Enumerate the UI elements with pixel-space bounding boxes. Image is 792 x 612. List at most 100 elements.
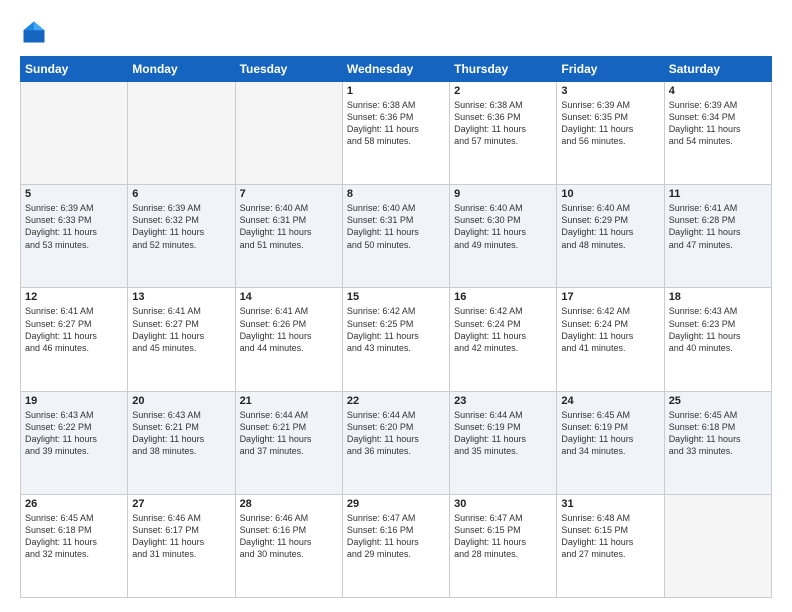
calendar-cell: 7 Sunrise: 6:40 AM Sunset: 6:31 PM Daylig… [235,185,342,288]
day-number: 15 [347,291,445,303]
calendar-cell: 24 Sunrise: 6:45 AM Sunset: 6:19 PM Dayli… [557,391,664,494]
logo [20,18,52,46]
day-number: 9 [454,188,552,200]
calendar-cell: 12Sunrise: 6:41 AM Sunset: 6:27 PM Dayli… [21,288,128,391]
calendar-cell: 28 Sunrise: 6:46 AM Sunset: 6:16 PM Dayli… [235,494,342,597]
weekday-header: Saturday [664,57,771,82]
calendar-cell: 15 Sunrise: 6:42 AM Sunset: 6:25 PM Dayli… [342,288,449,391]
calendar-cell [21,82,128,185]
day-info: Sunrise: 6:42 AM Sunset: 6:24 PM Dayligh… [454,305,552,354]
calendar-cell: 6 Sunrise: 6:39 AM Sunset: 6:32 PM Daylig… [128,185,235,288]
calendar-cell: 17 Sunrise: 6:42 AM Sunset: 6:24 PM Dayli… [557,288,664,391]
calendar-cell: 30 Sunrise: 6:47 AM Sunset: 6:15 PM Dayli… [450,494,557,597]
weekday-header: Thursday [450,57,557,82]
calendar-cell: 10 Sunrise: 6:40 AM Sunset: 6:29 PM Dayli… [557,185,664,288]
day-info: Sunrise: 6:40 AM Sunset: 6:31 PM Dayligh… [240,202,338,251]
page: SundayMondayTuesdayWednesdayThursdayFrid… [0,0,792,612]
day-info: Sunrise: 6:39 AM Sunset: 6:32 PM Dayligh… [132,202,230,251]
day-info: Sunrise: 6:42 AM Sunset: 6:25 PM Dayligh… [347,305,445,354]
day-number: 20 [132,395,230,407]
day-number: 13 [132,291,230,303]
day-number: 27 [132,498,230,510]
day-number: 17 [561,291,659,303]
day-number: 2 [454,85,552,97]
calendar-cell: 4 Sunrise: 6:39 AM Sunset: 6:34 PM Daylig… [664,82,771,185]
day-info: Sunrise: 6:44 AM Sunset: 6:21 PM Dayligh… [240,409,338,458]
day-info: Sunrise: 6:46 AM Sunset: 6:16 PM Dayligh… [240,512,338,561]
day-info: Sunrise: 6:40 AM Sunset: 6:29 PM Dayligh… [561,202,659,251]
day-number: 16 [454,291,552,303]
calendar-week-row: 5Sunrise: 6:39 AM Sunset: 6:33 PM Daylig… [21,185,772,288]
calendar-cell: 29 Sunrise: 6:47 AM Sunset: 6:16 PM Dayli… [342,494,449,597]
day-number: 12 [25,291,123,303]
calendar-cell: 3 Sunrise: 6:39 AM Sunset: 6:35 PM Daylig… [557,82,664,185]
calendar-cell: 19 Sunrise: 6:43 AM Sunset: 6:22 PM Dayli… [21,391,128,494]
day-number: 28 [240,498,338,510]
calendar-week-row: 1 Sunrise: 6:38 AM Sunset: 6:36 PM Daylig… [21,82,772,185]
day-info: Sunrise: 6:43 AM Sunset: 6:21 PM Dayligh… [132,409,230,458]
day-info: Sunrise: 6:42 AM Sunset: 6:24 PM Dayligh… [561,305,659,354]
day-info: Sunrise: 6:43 AM Sunset: 6:22 PM Dayligh… [25,409,123,458]
day-number: 19 [25,395,123,407]
weekday-header: Wednesday [342,57,449,82]
calendar-week-row: 19 Sunrise: 6:43 AM Sunset: 6:22 PM Dayli… [21,391,772,494]
calendar-cell: 14Sunrise: 6:41 AM Sunset: 6:26 PM Dayli… [235,288,342,391]
day-number: 26 [25,498,123,510]
day-info: Sunrise: 6:44 AM Sunset: 6:20 PM Dayligh… [347,409,445,458]
day-info: Sunrise: 6:46 AM Sunset: 6:17 PM Dayligh… [132,512,230,561]
calendar-cell: 13 Sunrise: 6:41 AM Sunset: 6:27 PM Dayli… [128,288,235,391]
calendar-cell [664,494,771,597]
calendar-table: SundayMondayTuesdayWednesdayThursdayFrid… [20,56,772,598]
calendar-week-row: 12 Sunrise: 6:41 AM Sunset: 6:27 PM Dayli… [21,288,772,391]
calendar-cell: 31 Sunrise: 6:48 AM Sunset: 6:15 PM Dayli… [557,494,664,597]
day-info: Sunrise: 6:45 AM Sunset: 6:19 PM Dayligh… [561,409,659,458]
day-number: 1 [347,85,445,97]
day-number: 25 [669,395,767,407]
day-number: 22 [347,395,445,407]
calendar-cell: 9 Sunrise: 6:40 AM Sunset: 6:30 PM Daylig… [450,185,557,288]
day-info: Sunrise: 6:44 AM Sunset: 6:19 PM Dayligh… [454,409,552,458]
calendar-cell: 11 Sunrise: 6:41 AM Sunset: 6:28 PM Dayli… [664,185,771,288]
day-number: 24 [561,395,659,407]
day-number: 21 [240,395,338,407]
day-info: Sunrise: 6:40 AM Sunset: 6:30 PM Dayligh… [454,202,552,251]
calendar-cell: 5Sunrise: 6:39 AM Sunset: 6:33 PM Daylig… [21,185,128,288]
weekday-header: Friday [557,57,664,82]
day-number: 14 [240,291,338,303]
calendar-cell: 16 Sunrise: 6:42 AM Sunset: 6:24 PM Dayli… [450,288,557,391]
day-info: Sunrise: 6:41 AM Sunset: 6:28 PM Dayligh… [669,202,767,251]
day-number: 6 [132,188,230,200]
day-info: Sunrise: 6:38 AM Sunset: 6:36 PM Dayligh… [454,99,552,148]
day-number: 3 [561,85,659,97]
calendar-cell: 22 Sunrise: 6:44 AM Sunset: 6:20 PM Dayli… [342,391,449,494]
day-info: Sunrise: 6:39 AM Sunset: 6:33 PM Dayligh… [25,202,123,251]
day-number: 4 [669,85,767,97]
header-row: SundayMondayTuesdayWednesdayThursdayFrid… [21,57,772,82]
calendar-cell: 23 Sunrise: 6:44 AM Sunset: 6:19 PM Dayli… [450,391,557,494]
day-number: 31 [561,498,659,510]
calendar-cell: 8Sunrise: 6:40 AM Sunset: 6:31 PM Daylig… [342,185,449,288]
day-info: Sunrise: 6:48 AM Sunset: 6:15 PM Dayligh… [561,512,659,561]
calendar-cell [128,82,235,185]
day-info: Sunrise: 6:39 AM Sunset: 6:35 PM Dayligh… [561,99,659,148]
day-number: 29 [347,498,445,510]
weekday-header: Sunday [21,57,128,82]
day-number: 23 [454,395,552,407]
day-info: Sunrise: 6:38 AM Sunset: 6:36 PM Dayligh… [347,99,445,148]
logo-icon [20,18,48,46]
day-info: Sunrise: 6:39 AM Sunset: 6:34 PM Dayligh… [669,99,767,148]
calendar-cell: 25Sunrise: 6:45 AM Sunset: 6:18 PM Dayli… [664,391,771,494]
weekday-header: Tuesday [235,57,342,82]
day-info: Sunrise: 6:47 AM Sunset: 6:15 PM Dayligh… [454,512,552,561]
day-number: 10 [561,188,659,200]
day-number: 11 [669,188,767,200]
calendar-week-row: 26Sunrise: 6:45 AM Sunset: 6:18 PM Dayli… [21,494,772,597]
day-info: Sunrise: 6:40 AM Sunset: 6:31 PM Dayligh… [347,202,445,251]
day-number: 18 [669,291,767,303]
day-number: 30 [454,498,552,510]
day-number: 7 [240,188,338,200]
calendar-cell: 21 Sunrise: 6:44 AM Sunset: 6:21 PM Dayli… [235,391,342,494]
day-info: Sunrise: 6:43 AM Sunset: 6:23 PM Dayligh… [669,305,767,354]
day-info: Sunrise: 6:47 AM Sunset: 6:16 PM Dayligh… [347,512,445,561]
day-info: Sunrise: 6:41 AM Sunset: 6:27 PM Dayligh… [132,305,230,354]
